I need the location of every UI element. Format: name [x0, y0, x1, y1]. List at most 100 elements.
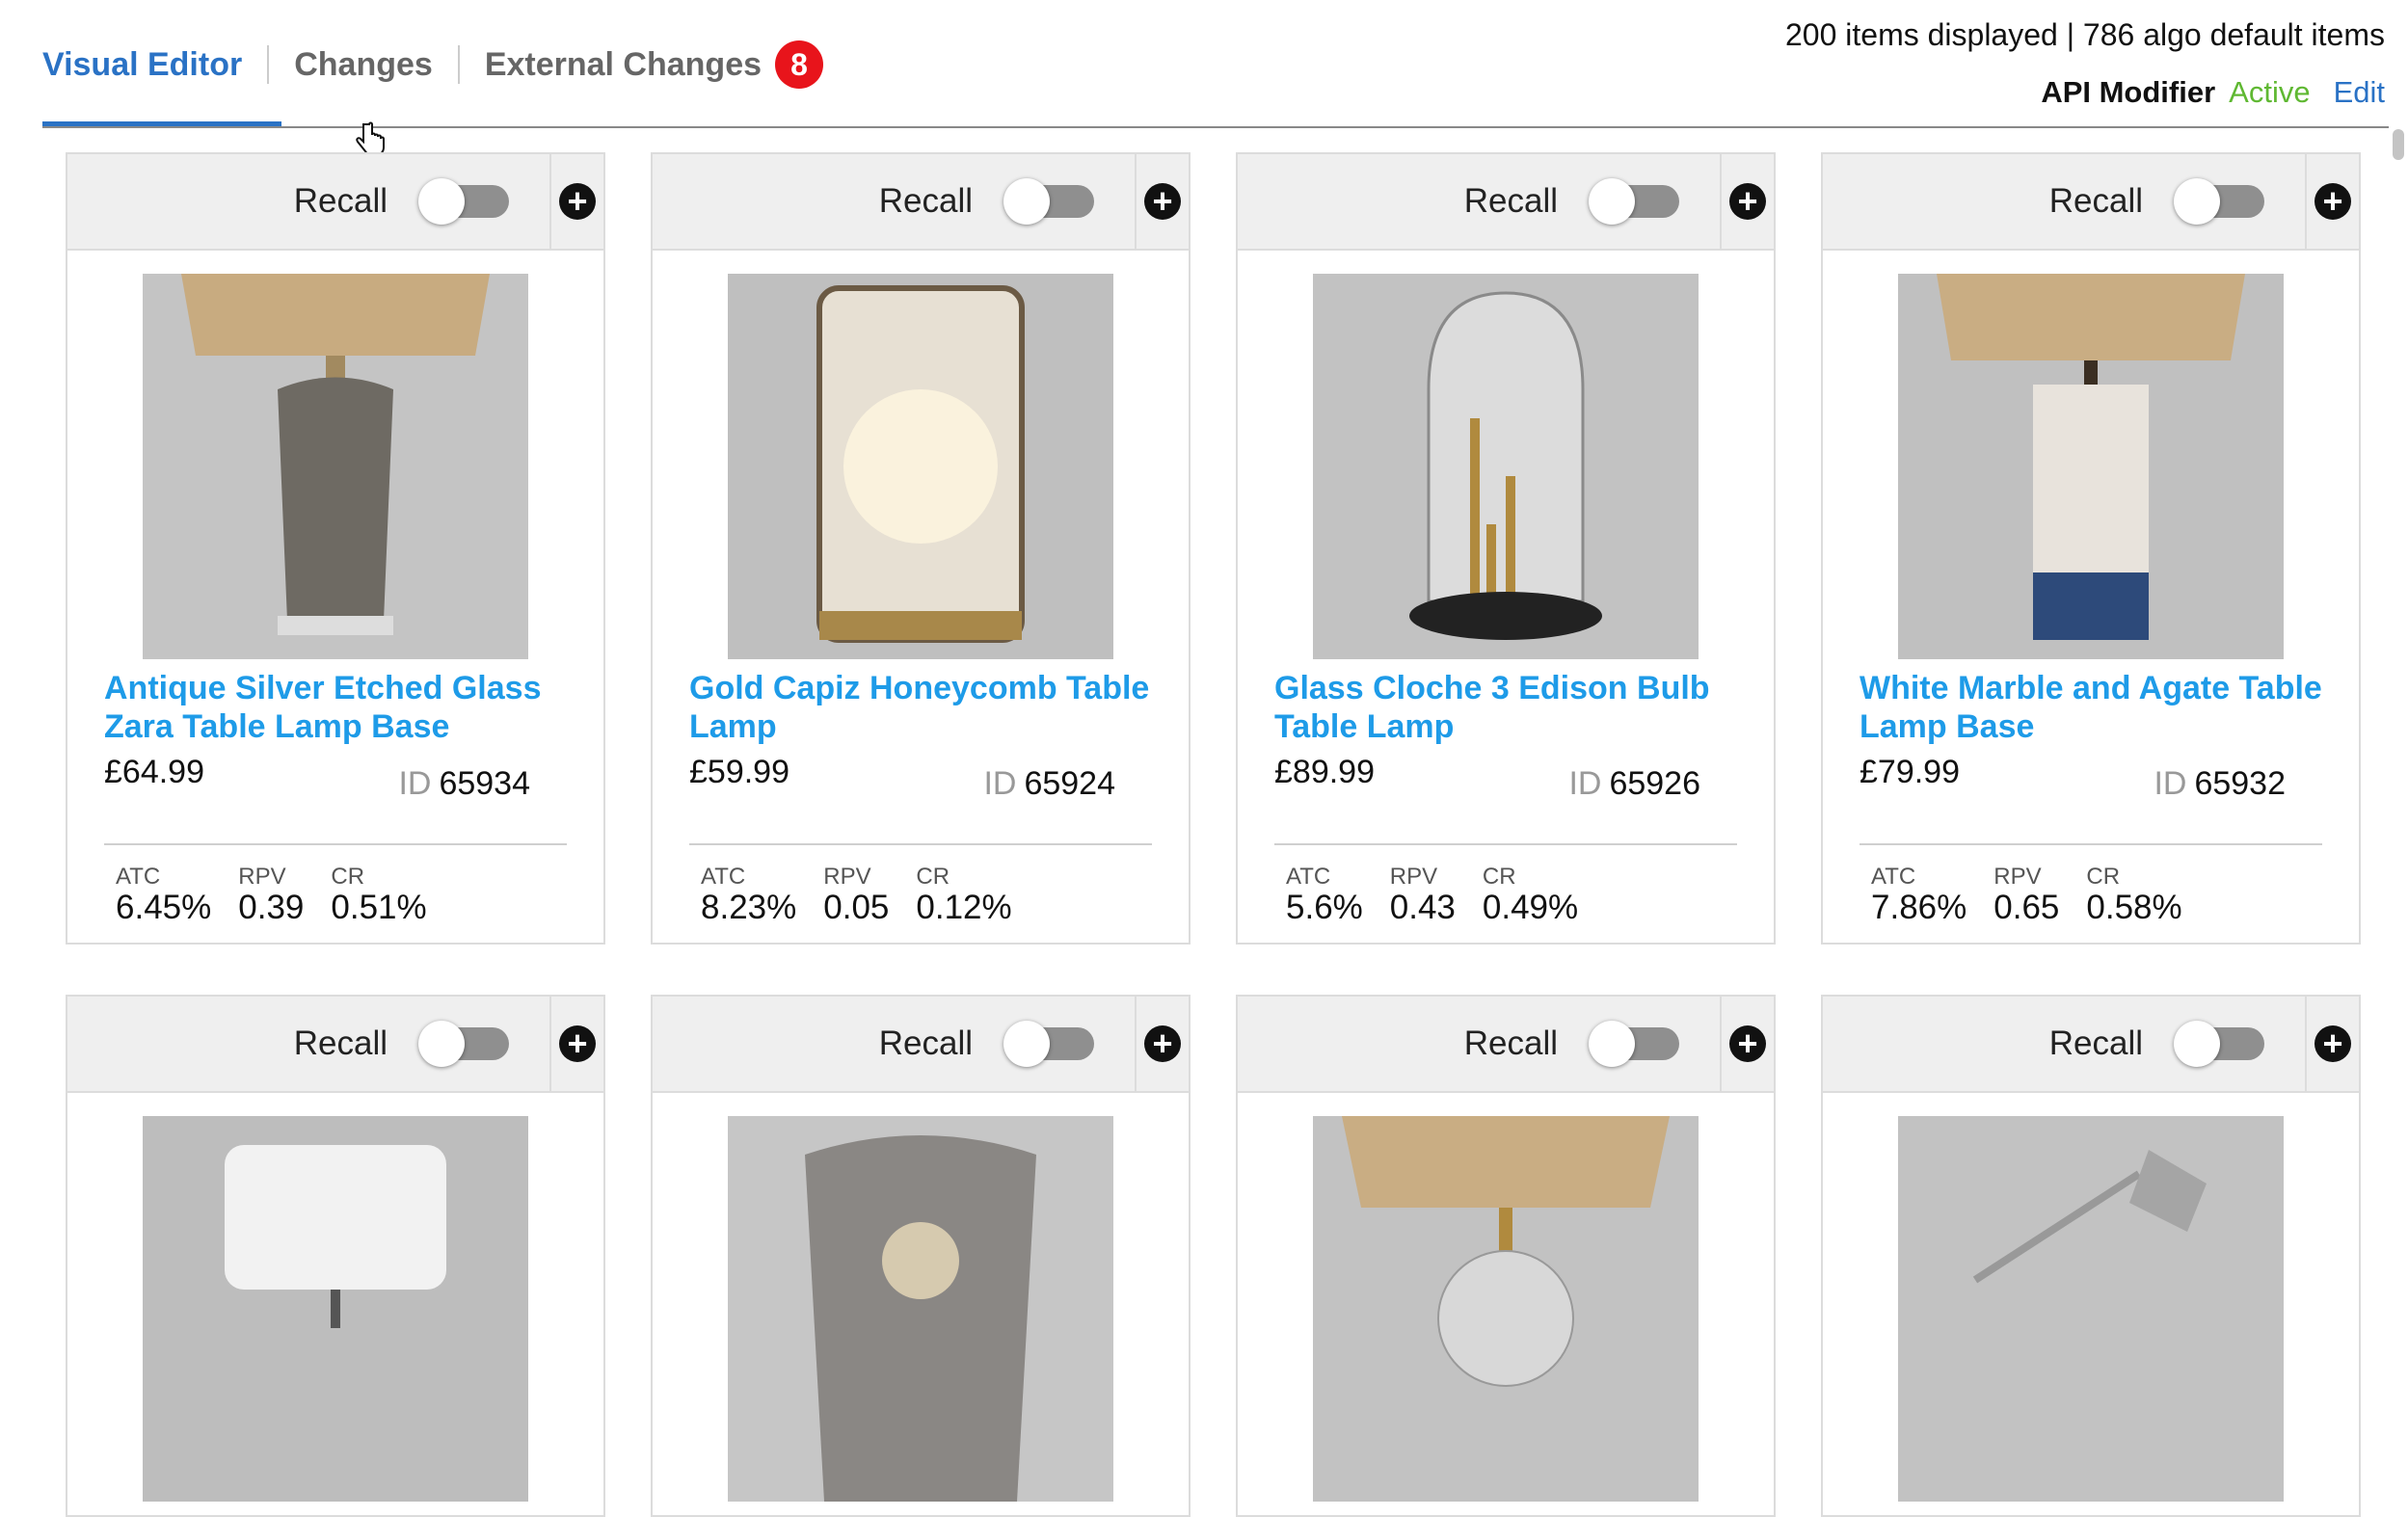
tab-external-changes[interactable]: External Changes 8: [484, 0, 824, 129]
product-card: Recall + White Marble and Agate Table La…: [1821, 152, 2361, 945]
items-count-text: 200 items displayed | 786 algo default i…: [1784, 17, 2385, 52]
lamp-image-icon: [728, 274, 1113, 659]
metric-cr: CR 0.49%: [1483, 864, 1578, 927]
api-status-text: Active: [2229, 75, 2311, 109]
card-toolbar: Recall +: [1823, 997, 2359, 1093]
product-image[interactable]: [1898, 1116, 2284, 1502]
recall-label: Recall: [2048, 1025, 2143, 1062]
metric-atc: ATC 8.23%: [701, 864, 796, 927]
plus-icon: +: [2314, 183, 2351, 220]
lamp-image-icon: [1898, 274, 2284, 659]
product-image[interactable]: [1313, 1116, 1699, 1502]
product-image[interactable]: [143, 1116, 528, 1502]
lamp-image-icon: [728, 1116, 1113, 1502]
card-divider: [1274, 843, 1737, 845]
metric-rpv: RPV 0.65: [1993, 864, 2059, 927]
metric-value: 0.49%: [1482, 889, 1579, 926]
tab-label: Changes: [294, 45, 433, 83]
add-button[interactable]: +: [1135, 154, 1189, 249]
lamp-image-icon: [1313, 274, 1699, 659]
recall-label: Recall: [2048, 182, 2143, 220]
card-divider: [104, 843, 567, 845]
card-toolbar: Recall +: [653, 154, 1189, 251]
toggle-knob: [1003, 178, 1050, 225]
plus-icon: +: [1729, 1025, 1766, 1062]
recall-label: Recall: [878, 182, 973, 220]
product-id: ID 65934: [398, 765, 530, 803]
metric-label: RPV: [1389, 864, 1438, 890]
product-name-link[interactable]: Gold Capiz Honeycomb Table Lamp: [689, 669, 1171, 746]
metric-value: 0.12%: [916, 889, 1012, 926]
id-value: 65934: [439, 765, 530, 802]
scroll-thumb[interactable]: [2393, 129, 2404, 160]
metric-value: 0.43: [1389, 889, 1456, 926]
add-button[interactable]: +: [549, 997, 603, 1091]
metric-value: 7.86%: [1871, 889, 1967, 926]
metric-cr: CR 0.12%: [916, 864, 1011, 927]
product-image[interactable]: [1313, 274, 1699, 659]
metrics-row: ATC 7.86% RPV 0.65 CR 0.58%: [1871, 864, 2182, 927]
tab-changes[interactable]: Changes: [294, 0, 433, 129]
add-button[interactable]: +: [1720, 154, 1774, 249]
metrics-row: ATC 6.45% RPV 0.39 CR 0.51%: [116, 864, 427, 927]
recall-toggle[interactable]: [418, 1021, 509, 1067]
recall-toggle[interactable]: [1589, 178, 1679, 225]
product-name-link[interactable]: Glass Cloche 3 Edison Bulb Table Lamp: [1274, 669, 1756, 746]
api-modifier-label: API Modifier: [2041, 75, 2216, 109]
plus-icon: +: [1144, 1025, 1181, 1062]
card-divider: [689, 843, 1152, 845]
plus-icon: +: [1144, 183, 1181, 220]
plus-icon: +: [559, 1025, 596, 1062]
add-button[interactable]: +: [2305, 997, 2359, 1091]
add-button[interactable]: +: [2305, 154, 2359, 249]
metric-value: 0.58%: [2086, 889, 2182, 926]
toggle-knob: [1589, 1021, 1635, 1067]
metric-label: ATC: [1871, 864, 1916, 890]
product-name-link[interactable]: Antique Silver Etched Glass Zara Table L…: [104, 669, 586, 746]
recall-label: Recall: [293, 182, 388, 220]
product-price: £64.99: [104, 754, 204, 790]
metric-label: CR: [916, 864, 950, 890]
recall-toggle[interactable]: [418, 178, 509, 225]
metric-atc: ATC 5.6%: [1286, 864, 1363, 927]
id-label: ID: [1568, 765, 1602, 802]
metrics-row: ATC 8.23% RPV 0.05 CR 0.12%: [701, 864, 1012, 927]
metric-rpv: RPV 0.39: [238, 864, 304, 927]
id-label: ID: [983, 765, 1017, 802]
recall-toggle[interactable]: [2174, 1021, 2264, 1067]
metric-label: RPV: [823, 864, 871, 890]
metric-value: 0.51%: [331, 889, 427, 926]
product-image[interactable]: [728, 274, 1113, 659]
tab-visual-editor[interactable]: Visual Editor: [42, 0, 242, 129]
recall-toggle[interactable]: [2174, 178, 2264, 225]
id-label: ID: [398, 765, 432, 802]
lamp-image-icon: [1313, 1116, 1699, 1502]
recall-toggle[interactable]: [1003, 178, 1094, 225]
product-image[interactable]: [143, 274, 528, 659]
product-image[interactable]: [1898, 274, 2284, 659]
edit-link[interactable]: Edit: [2334, 75, 2385, 110]
card-toolbar: Recall +: [67, 154, 603, 251]
card-toolbar: Recall +: [67, 997, 603, 1093]
add-button[interactable]: +: [1720, 997, 1774, 1091]
metric-label: CR: [331, 864, 365, 890]
recall-label: Recall: [293, 1025, 388, 1062]
metric-label: RPV: [238, 864, 286, 890]
metric-value: 6.45%: [116, 889, 212, 926]
metric-value: 0.05: [823, 889, 890, 926]
metric-atc: ATC 6.45%: [116, 864, 211, 927]
recall-toggle[interactable]: [1003, 1021, 1094, 1067]
product-name-link[interactable]: White Marble and Agate Table Lamp Base: [1860, 669, 2341, 746]
metric-cr: CR 0.51%: [331, 864, 426, 927]
card-toolbar: Recall +: [1823, 154, 2359, 251]
tab-divider: [267, 45, 270, 84]
add-button[interactable]: +: [1135, 997, 1189, 1091]
tab-label: External Changes: [484, 45, 763, 83]
recall-toggle[interactable]: [1589, 1021, 1679, 1067]
tab-bar: Visual Editor Changes External Changes 8: [42, 0, 824, 129]
metric-cr: CR 0.58%: [2086, 864, 2181, 927]
product-image[interactable]: [728, 1116, 1113, 1502]
vertical-scrollbar[interactable]: [2389, 129, 2408, 1305]
add-button[interactable]: +: [549, 154, 603, 249]
lamp-image-icon: [1898, 1116, 2284, 1502]
